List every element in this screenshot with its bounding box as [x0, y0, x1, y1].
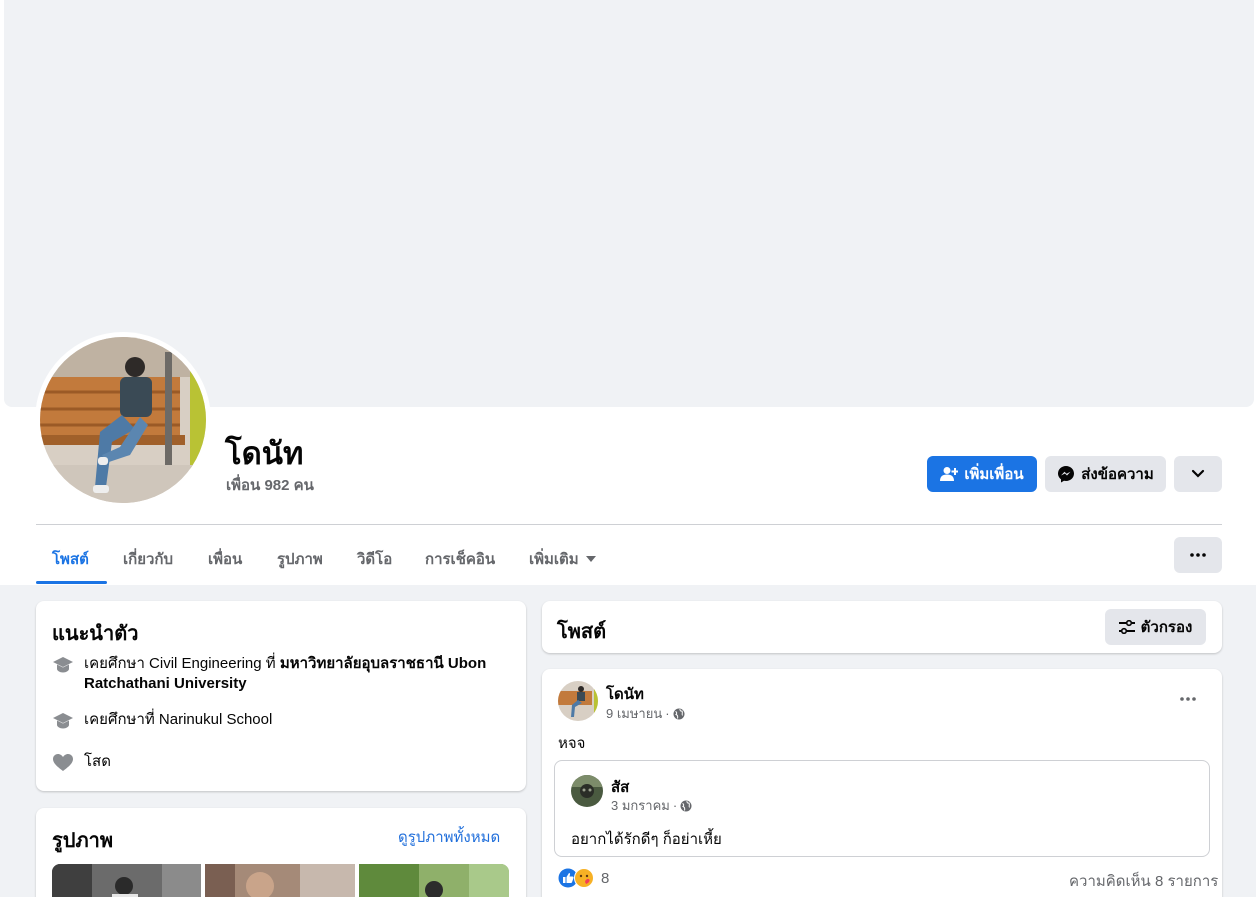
- intro-relationship: โสด: [52, 752, 512, 774]
- tab-photos[interactable]: รูปภาพ: [277, 534, 323, 584]
- tab-more[interactable]: เพิ่มเติม: [529, 534, 596, 584]
- heart-icon: [52, 752, 74, 774]
- reactions-summary[interactable]: 8: [558, 868, 609, 888]
- shared-post[interactable]: สัส 3 มกราคม · อยากได้รักดีๆ ก็อย่าเหี้ย: [554, 760, 1210, 857]
- post-author-avatar[interactable]: [558, 681, 598, 721]
- meta-separator: ·: [672, 798, 678, 813]
- intro-education-2: เคยศึกษาที่ Narinukul School: [52, 710, 512, 732]
- meta-separator: ·: [665, 706, 670, 721]
- post-date[interactable]: 9 เมษายน: [606, 703, 662, 724]
- education-prefix: เคยศึกษา Civil Engineering ที่: [84, 655, 280, 672]
- intro-education-1-text: เคยศึกษา Civil Engineering ที่ มหาวิทยาล…: [84, 654, 512, 694]
- shared-post-text: อยากได้รักดีๆ ก็อย่าเหี้ย: [571, 831, 722, 848]
- caret-down-icon: [585, 556, 596, 562]
- add-friend-icon: [940, 467, 959, 481]
- more-options-button[interactable]: [1174, 456, 1222, 492]
- message-label: ส่งข้อความ: [1081, 466, 1154, 483]
- filter-icon: [1118, 620, 1135, 634]
- intro-card: แนะนำตัว เคยศึกษา Civil Engineering ที่ …: [36, 601, 526, 791]
- tab-friends[interactable]: เพื่อน: [208, 534, 242, 584]
- active-tab-indicator: [36, 581, 107, 584]
- filter-button[interactable]: ตัวกรอง: [1105, 609, 1206, 645]
- globe-icon: [673, 708, 685, 719]
- tab-about[interactable]: เกี่ยวกับ: [123, 534, 173, 584]
- shared-post-date[interactable]: 3 มกราคม: [611, 795, 670, 816]
- messenger-icon: [1058, 466, 1075, 483]
- more-dots-icon: [1180, 697, 1196, 701]
- message-button[interactable]: ส่งข้อความ: [1045, 456, 1166, 492]
- photo-thumbnail-3[interactable]: [359, 864, 509, 897]
- tab-checkins[interactable]: การเช็คอิน: [425, 534, 495, 584]
- friends-count[interactable]: เพื่อน 982 คน: [226, 473, 314, 497]
- intro-education-1: เคยศึกษา Civil Engineering ที่ มหาวิทยาล…: [52, 654, 512, 694]
- see-all-photos-link[interactable]: ดูรูปภาพทั้งหมด: [398, 825, 500, 849]
- globe-icon: [680, 800, 692, 811]
- reaction-count: 8: [601, 869, 610, 887]
- post-text: หจจ: [558, 735, 586, 752]
- posts-header-card: โพสต์ ตัวกรอง: [542, 601, 1222, 653]
- shared-author-avatar[interactable]: [571, 775, 603, 807]
- tab-videos[interactable]: วิดีโอ: [357, 534, 392, 584]
- add-friend-button[interactable]: เพิ่มเพื่อน: [927, 456, 1037, 492]
- comments-count[interactable]: ความคิดเห็น 8 รายการ: [1069, 869, 1218, 893]
- posts-title: โพสต์: [557, 621, 607, 643]
- intro-relationship-text: โสด: [84, 753, 111, 770]
- chevron-down-icon: [1191, 469, 1205, 478]
- intro-education-2-text: เคยศึกษาที่ Narinukul School: [84, 711, 273, 728]
- tab-posts[interactable]: โพสต์: [52, 534, 89, 584]
- tab-more-label: เพิ่มเติม: [529, 551, 579, 568]
- graduation-cap-icon: [52, 654, 74, 676]
- intro-title: แนะนำตัว: [52, 623, 139, 645]
- tab-options-button[interactable]: [1174, 537, 1222, 573]
- shared-post-meta: 3 มกราคม ·: [611, 795, 692, 816]
- more-dots-icon: [1190, 553, 1206, 557]
- post-meta: 9 เมษายน ·: [606, 703, 685, 724]
- photos-title: รูปภาพ: [52, 830, 114, 852]
- filter-label: ตัวกรอง: [1140, 619, 1193, 636]
- post-options-button[interactable]: [1170, 681, 1206, 717]
- photo-thumbnail-2[interactable]: [205, 864, 355, 897]
- profile-name: โดนัท: [225, 436, 304, 471]
- profile-header: [0, 0, 1256, 585]
- header-divider: [36, 524, 1222, 525]
- love-reaction-icon: [574, 868, 594, 888]
- add-friend-label: เพิ่มเพื่อน: [964, 466, 1024, 483]
- graduation-cap-icon: [52, 710, 74, 732]
- photo-thumbnail-1[interactable]: [52, 864, 201, 897]
- profile-avatar[interactable]: [40, 337, 206, 503]
- cover-photo[interactable]: [4, 0, 1254, 407]
